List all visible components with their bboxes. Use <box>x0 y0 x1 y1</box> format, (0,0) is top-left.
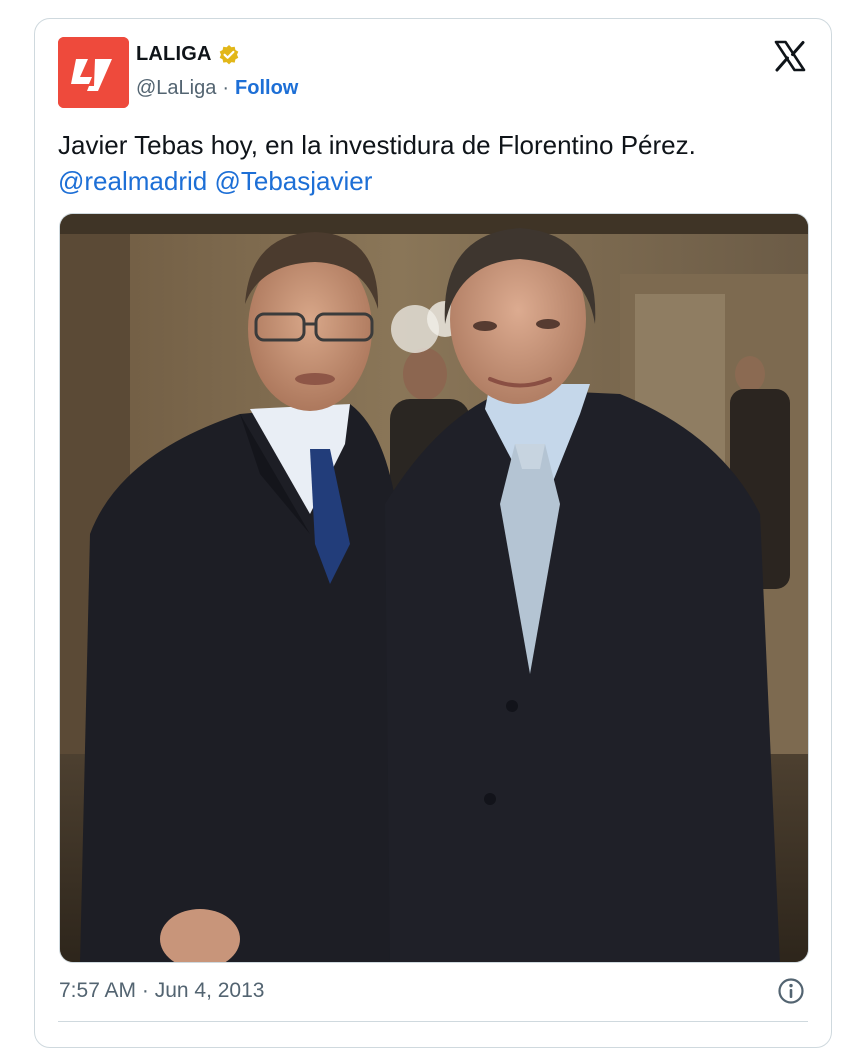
tweet-timestamp[interactable]: 7:57 AM · Jun 4, 2013 <box>59 979 264 1003</box>
mention-tebasjavier[interactable]: @Tebasjavier <box>214 166 372 196</box>
handle-separator: · <box>222 77 230 99</box>
author-display-name[interactable]: LALIGA <box>136 43 212 66</box>
follow-button[interactable]: Follow <box>235 77 298 100</box>
tweet-card: LALIGA @LaLiga · Follow Javier Tebas hoy… <box>34 18 832 1048</box>
tweet-mentions: @realmadrid @Tebasjavier <box>58 163 808 199</box>
author-name-line: LALIGA <box>136 43 240 66</box>
tweet-body: Javier Tebas hoy, en la investidura de F… <box>58 130 696 160</box>
author-handle-line: @LaLiga · Follow <box>136 77 298 100</box>
mention-realmadrid[interactable]: @realmadrid <box>58 166 207 196</box>
author-handle[interactable]: @LaLiga <box>136 77 216 100</box>
footer-divider <box>58 1021 808 1022</box>
tweet-text: Javier Tebas hoy, en la investidura de F… <box>58 127 808 199</box>
x-logo-icon[interactable] <box>773 39 807 73</box>
tweet-photo[interactable] <box>59 213 809 963</box>
info-icon[interactable] <box>777 977 805 1005</box>
verified-badge-icon <box>218 44 240 66</box>
laliga-logo-avatar[interactable] <box>58 37 129 108</box>
